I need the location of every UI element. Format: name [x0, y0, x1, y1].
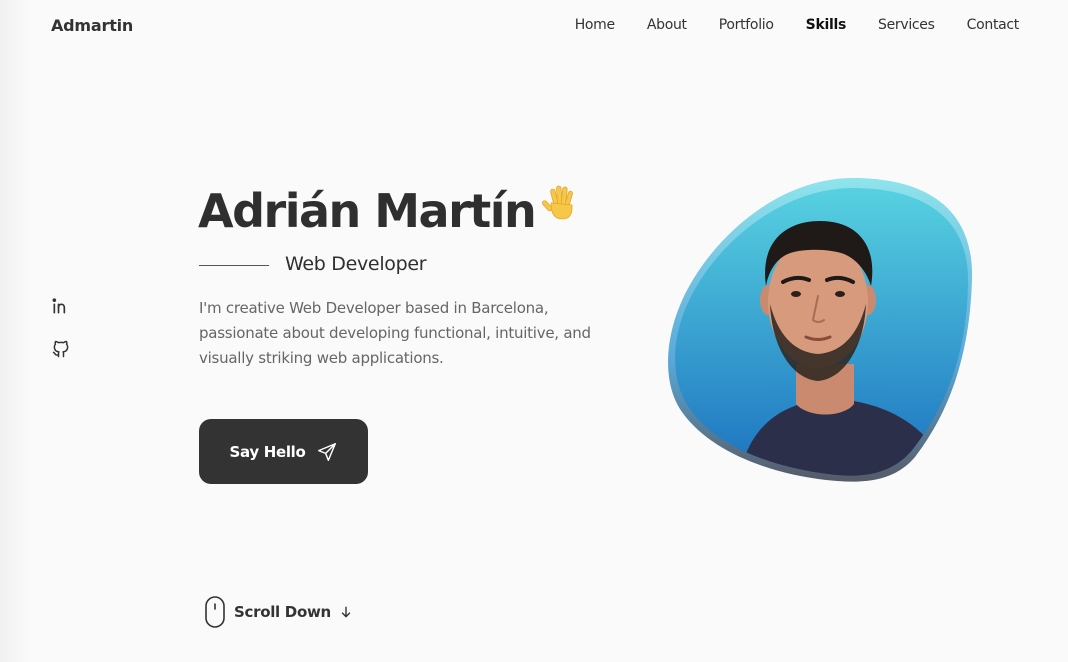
hero-subtitle: Web Developer [285, 253, 427, 275]
scroll-down-label: Scroll Down [234, 603, 331, 621]
mouse-icon [205, 596, 225, 628]
say-hello-label: Say Hello [229, 442, 306, 461]
nav-skills[interactable]: Skills [806, 17, 847, 33]
site-logo[interactable]: Admartin [51, 16, 133, 35]
waving-hand-icon [541, 180, 581, 234]
nav-portfolio[interactable]: Portfolio [719, 17, 774, 33]
scroll-down-link[interactable]: Scroll Down [204, 596, 353, 628]
site-header: Admartin Home About Portfolio Skills Ser… [0, 0, 1068, 52]
subtitle-divider [199, 265, 269, 266]
say-hello-button[interactable]: Say Hello [199, 419, 368, 484]
nav-about[interactable]: About [647, 17, 687, 33]
profile-image [668, 174, 978, 484]
hero-name: Adrián Martín [198, 180, 581, 238]
main-nav: Home About Portfolio Skills Services Con… [575, 17, 1020, 33]
nav-services[interactable]: Services [878, 17, 935, 33]
hero-name-text: Adrián Martín [198, 184, 537, 238]
left-edge-shade [0, 0, 30, 662]
nav-contact[interactable]: Contact [967, 17, 1020, 33]
send-icon [317, 442, 336, 461]
arrow-down-icon [341, 606, 351, 618]
nav-home[interactable]: Home [575, 17, 615, 33]
github-icon[interactable] [51, 339, 71, 359]
hero-description: I'm creative Web Developer based in Barc… [199, 299, 591, 367]
linkedin-icon[interactable] [51, 296, 71, 316]
social-links [51, 296, 71, 359]
